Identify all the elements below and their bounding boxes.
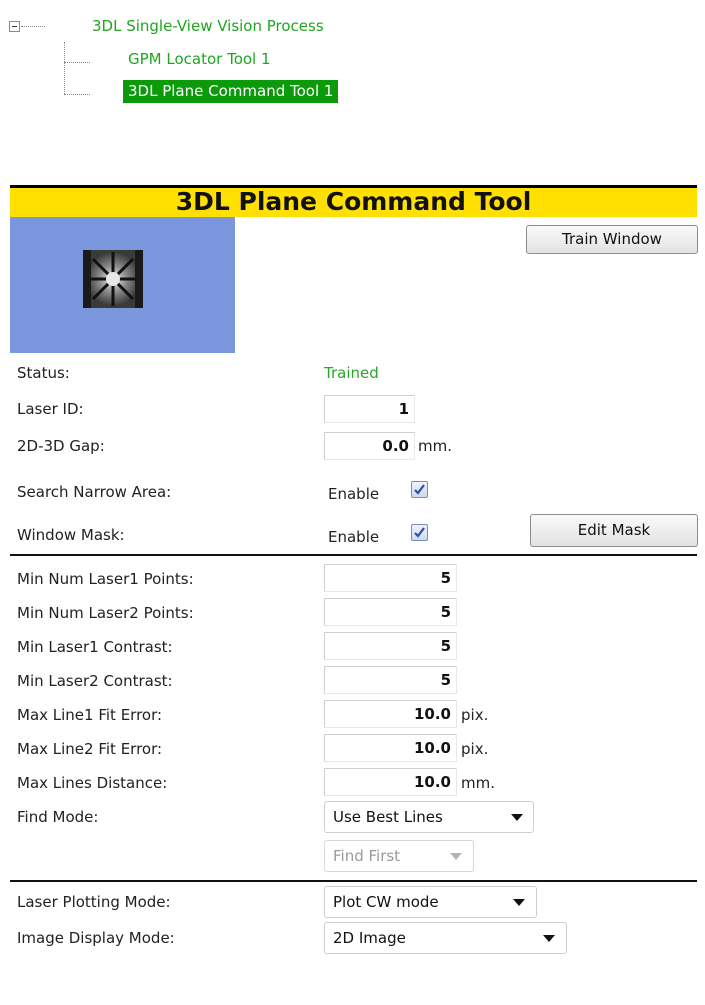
find-mode-label: Find Mode:: [17, 808, 99, 826]
tree-connector: [64, 94, 90, 95]
tree-item-plane-command-selected[interactable]: 3DL Plane Command Tool 1: [123, 80, 339, 103]
laser-plot-mode-select[interactable]: Plot CW mode: [324, 886, 537, 918]
checkmark-icon: [414, 527, 425, 538]
section-divider: [10, 880, 697, 882]
max-line1-err-input[interactable]: 10.0: [324, 700, 457, 728]
min-l2-points-input[interactable]: 5: [324, 598, 457, 626]
max-lines-dist-unit: mm.: [461, 774, 495, 792]
edit-mask-button[interactable]: Edit Mask: [530, 514, 698, 547]
model-thumbnail-icon: [83, 250, 143, 308]
section-divider: [10, 554, 697, 556]
min-l1-points-input[interactable]: 5: [324, 564, 457, 592]
find-mode-select[interactable]: Use Best Lines: [324, 801, 534, 833]
laser-id-input[interactable]: 1: [324, 395, 415, 423]
tree-connector: [64, 62, 90, 63]
max-lines-dist-label: Max Lines Distance:: [17, 774, 168, 792]
min-l1-contrast-label: Min Laser1 Contrast:: [17, 638, 173, 656]
max-line2-err-unit: pix.: [461, 740, 489, 758]
min-l1-points-label: Min Num Laser1 Points:: [17, 570, 194, 588]
window-mask-checkbox[interactable]: [411, 524, 428, 541]
window-mask-label: Window Mask:: [17, 526, 125, 544]
tree-collapse-icon[interactable]: [9, 21, 20, 32]
max-lines-dist-input[interactable]: 10.0: [324, 768, 457, 796]
min-l2-contrast-label: Min Laser2 Contrast:: [17, 672, 173, 690]
chevron-down-icon: [511, 814, 523, 821]
min-l2-contrast-input[interactable]: 5: [324, 666, 457, 694]
find-first-select: Find First: [324, 840, 474, 872]
tree-connector: [21, 26, 45, 27]
search-narrow-label: Search Narrow Area:: [17, 483, 172, 501]
chevron-down-icon: [450, 853, 462, 860]
gap-unit: mm.: [418, 437, 452, 455]
max-line2-err-label: Max Line2 Fit Error:: [17, 740, 163, 758]
status-label: Status:: [17, 364, 70, 382]
laser-id-label: Laser ID:: [17, 400, 84, 418]
max-line1-err-unit: pix.: [461, 706, 489, 724]
max-line1-err-label: Max Line1 Fit Error:: [17, 706, 163, 724]
train-window-button[interactable]: Train Window: [526, 225, 698, 254]
chevron-down-icon: [513, 899, 525, 906]
tree-connector-vertical: [64, 42, 65, 94]
min-l1-contrast-input[interactable]: 5: [324, 632, 457, 660]
image-display-mode-label: Image Display Mode:: [17, 929, 175, 947]
gap-label: 2D-3D Gap:: [17, 437, 105, 455]
laser-plot-mode-label: Laser Plotting Mode:: [17, 893, 171, 911]
search-narrow-checkbox[interactable]: [411, 481, 428, 498]
tool-preview: [10, 217, 235, 353]
image-display-mode-select[interactable]: 2D Image: [324, 922, 567, 954]
window-mask-option: Enable: [328, 528, 380, 546]
tree-item-gpm-locator[interactable]: GPM Locator Tool 1: [128, 50, 271, 68]
tool-title: 3DL Plane Command Tool: [10, 185, 697, 217]
search-narrow-option: Enable: [328, 485, 380, 503]
laser-plot-mode-value: Plot CW mode: [333, 893, 439, 911]
max-line2-err-input[interactable]: 10.0: [324, 734, 457, 762]
status-value: Trained: [324, 364, 379, 382]
gap-input[interactable]: 0.0: [324, 432, 415, 460]
tree-root-label[interactable]: 3DL Single-View Vision Process: [92, 17, 324, 35]
min-l2-points-label: Min Num Laser2 Points:: [17, 604, 194, 622]
chevron-down-icon: [543, 935, 555, 942]
find-mode-value: Use Best Lines: [333, 808, 443, 826]
find-first-value: Find First: [333, 847, 401, 865]
checkmark-icon: [414, 484, 425, 495]
image-display-mode-value: 2D Image: [333, 929, 406, 947]
